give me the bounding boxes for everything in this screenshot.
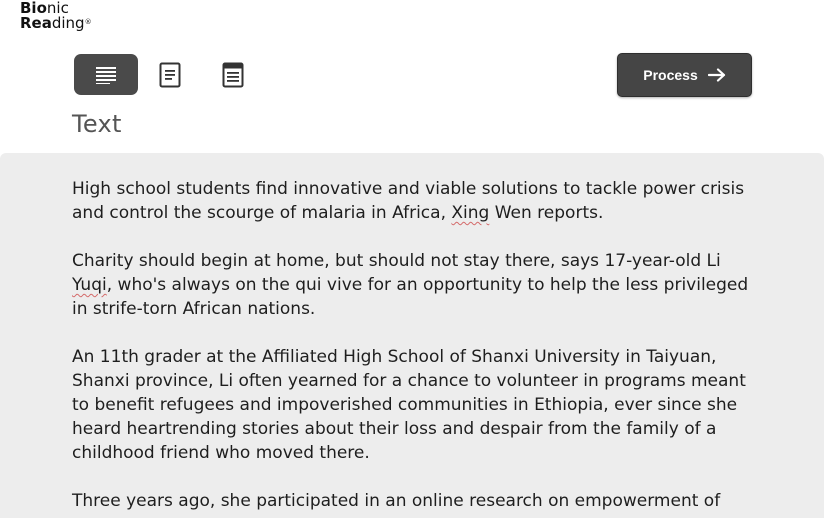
view-justified-button[interactable] <box>74 54 138 95</box>
page-layout-icon <box>222 62 244 87</box>
bionic-reading-logo: Bionic Reading® <box>20 1 92 31</box>
process-button-label: Process <box>643 67 698 83</box>
text-editor[interactable]: High school students find innovative and… <box>0 153 824 518</box>
editor-content[interactable]: High school students find innovative and… <box>72 177 762 518</box>
spellcheck-flagged-word[interactable]: Yuqi <box>72 275 107 295</box>
registered-mark: ® <box>84 18 92 26</box>
paragraph: Charity should begin at home, but should… <box>72 251 749 319</box>
view-page-layout-button[interactable] <box>213 54 253 95</box>
process-button[interactable]: Process <box>617 53 752 97</box>
arrow-right-icon <box>707 68 725 82</box>
view-document-button[interactable] <box>150 54 190 95</box>
paragraph: An 11th grader at the Affiliated High Sc… <box>72 347 746 463</box>
page-title: Text <box>72 110 122 138</box>
paragraph: High school students find innovative and… <box>72 179 745 223</box>
paragraph: Three years ago, she participated in an … <box>72 491 721 511</box>
justified-text-icon <box>96 66 116 84</box>
document-icon <box>159 62 181 87</box>
spellcheck-flagged-word[interactable]: Xing <box>451 203 489 223</box>
logo-line-2: Reading® <box>20 14 92 32</box>
